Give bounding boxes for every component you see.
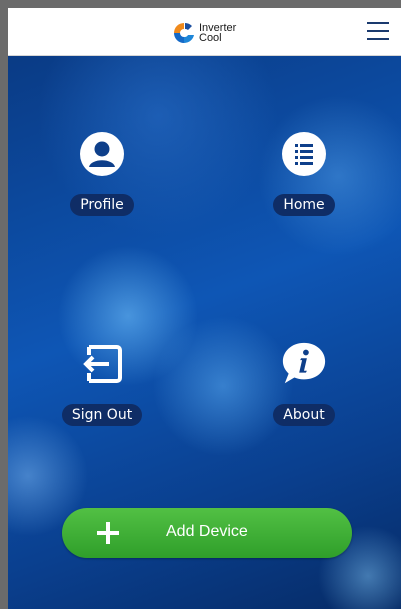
- about-label: About: [273, 404, 335, 426]
- add-device-button[interactable]: Add Device: [62, 508, 352, 558]
- home-tile[interactable]: Home: [244, 130, 364, 216]
- logo-text: Inverter Cool: [199, 23, 236, 44]
- sign-out-tile[interactable]: Sign Out: [42, 340, 162, 426]
- profile-label: Profile: [70, 194, 134, 216]
- app-logo: Inverter Cool: [172, 20, 236, 46]
- profile-tile[interactable]: Profile: [42, 130, 162, 216]
- app-frame: Inverter Cool Profile Home Sign Out Abou…: [8, 8, 401, 609]
- app-header: Inverter Cool: [8, 8, 401, 56]
- about-tile[interactable]: About: [244, 340, 364, 426]
- sign-out-icon: [78, 340, 126, 388]
- sign-out-label: Sign Out: [61, 404, 143, 426]
- logo-mark-icon: [174, 23, 194, 44]
- logo-line2: Cool: [199, 32, 222, 44]
- list-icon: [280, 130, 328, 178]
- hamburger-menu-icon[interactable]: [367, 22, 389, 40]
- user-icon: [78, 130, 126, 178]
- add-device-label: Add Device: [166, 523, 248, 540]
- info-icon: [280, 340, 328, 388]
- plus-icon: [97, 522, 119, 544]
- home-label: Home: [273, 194, 335, 216]
